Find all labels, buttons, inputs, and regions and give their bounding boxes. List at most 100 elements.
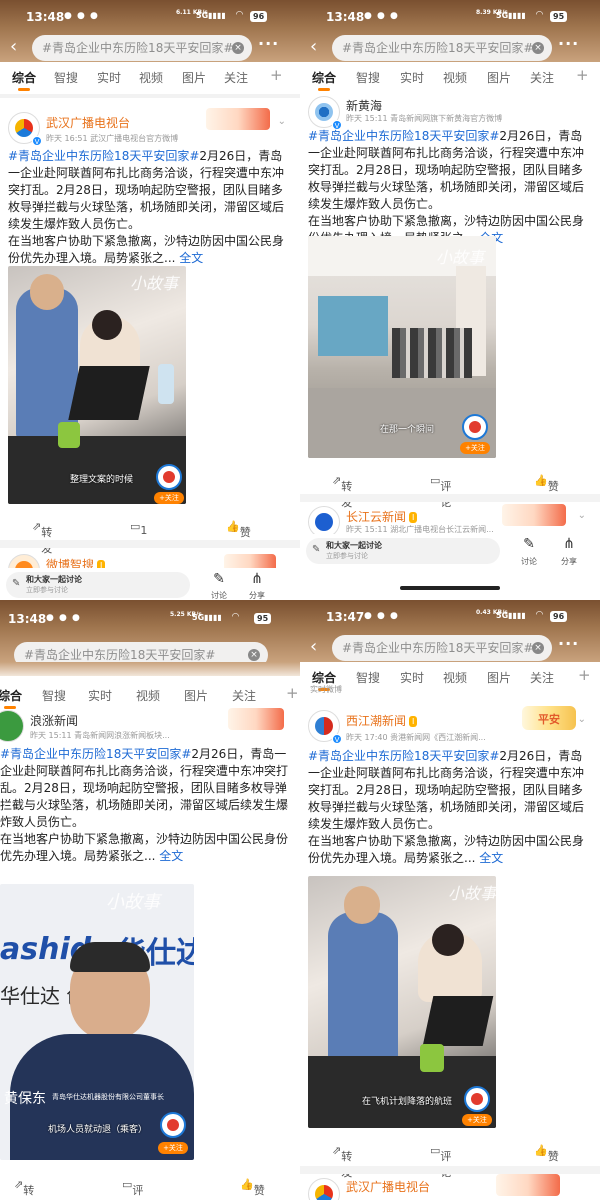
tab-all[interactable]: 综合 (12, 69, 36, 91)
discuss-input[interactable]: ✎ 和大家一起讨论 立即参与讨论 (306, 538, 500, 564)
avatar[interactable] (308, 1178, 340, 1200)
status-time: 13:48 (8, 612, 47, 626)
comment-button[interactable]: ▭ 评论 (122, 1178, 143, 1197)
tab-realtime[interactable]: 实时 (400, 69, 424, 86)
clear-icon[interactable]: × (248, 649, 260, 661)
add-tab-icon[interactable]: + (578, 666, 591, 684)
hashtag-link[interactable]: #青岛企业中东历险18天平安回家# (308, 129, 499, 143)
tab-video[interactable]: 视频 (443, 69, 467, 86)
comment-button[interactable]: ▭ 1 (130, 520, 147, 537)
follow-button[interactable]: +关注 (460, 442, 490, 454)
video-caption: 在那一个瞬间 (380, 425, 435, 435)
clear-icon[interactable]: × (532, 642, 544, 654)
discuss-input[interactable]: ✎ 和大家一起讨论 立即参与讨论 (6, 572, 190, 598)
clear-icon[interactable]: × (532, 42, 544, 54)
add-tab-icon[interactable]: + (270, 66, 283, 84)
tab-smart-search[interactable]: 智搜 (356, 669, 380, 686)
share-icon[interactable]: ⋔ (242, 571, 272, 587)
tab-bar: 综合 智搜 实时 视频 图片 关注 + (300, 66, 600, 91)
read-more-link[interactable]: 全文 (159, 849, 183, 863)
back-arrow-icon[interactable]: ‹ (310, 38, 317, 56)
video-thumbnail[interactable]: 小故事 在那一个瞬间 +关注 (308, 236, 496, 458)
back-arrow-icon[interactable]: ‹ (10, 38, 17, 56)
tab-all[interactable]: 综合 (0, 687, 22, 709)
author-name[interactable]: 西江潮新闻 I (346, 712, 418, 729)
search-input[interactable]: #青岛企业中东历险18天平安回家# × (332, 635, 552, 661)
section-label: 实时微博 (310, 685, 342, 694)
tab-images[interactable]: 图片 (487, 669, 511, 686)
back-arrow-icon[interactable]: ‹ (310, 638, 317, 656)
author-name[interactable]: 武汉广播电视台 (346, 1178, 430, 1195)
divider (0, 94, 300, 98)
repost-button[interactable]: ⇗ 转发 (332, 474, 352, 509)
tab-smart-search[interactable]: 智搜 (42, 687, 66, 704)
search-input[interactable]: #青岛企业中东历险18天平安回家# × (32, 35, 252, 61)
tab-smart-search[interactable]: 智搜 (356, 69, 380, 86)
tab-follow[interactable]: 关注 (530, 69, 554, 86)
like-button[interactable]: 👍 赞 (534, 474, 559, 493)
share-icon[interactable]: ⋔ (554, 536, 584, 552)
action-bar: ⇗ 转发 ▭ 1 👍 赞 (0, 516, 300, 555)
hashtag-link[interactable]: #青岛企业中东历险18天平安回家# (8, 149, 199, 163)
tab-realtime[interactable]: 实时 (400, 669, 424, 686)
more-icon[interactable]: ··· (558, 634, 579, 653)
laptop-shape (68, 366, 150, 420)
repost-button[interactable]: ⇗ 转发 (332, 1144, 352, 1179)
add-tab-icon[interactable]: + (576, 66, 589, 84)
video-thumbnail[interactable]: 小故事 整理文案的时候 +关注 (8, 266, 186, 504)
search-query: #青岛企业中东历险18天平安回家# (342, 41, 534, 55)
read-more-link[interactable]: 全文 (479, 851, 503, 865)
like-button[interactable]: 👍 赞 (240, 1178, 265, 1197)
tab-video[interactable]: 视频 (136, 687, 160, 704)
hashtag-link[interactable]: #青岛企业中东历险18天平安回家# (308, 749, 499, 763)
repost-button[interactable]: ⇗ 转发 (32, 520, 52, 555)
author-name[interactable]: 武汉广播电视台 (46, 114, 130, 131)
like-button[interactable]: 👍 赞 (534, 1144, 559, 1163)
video-caption: 机场人员就动退（乘客） (48, 1125, 148, 1135)
repost-button[interactable]: ⇗ 转发 (14, 1178, 34, 1197)
tab-smart-search[interactable]: 智搜 (54, 69, 78, 86)
comment-icon[interactable]: ✎ (204, 571, 234, 587)
author-name[interactable]: 浪涨新闻 (30, 712, 78, 729)
tab-follow[interactable]: 关注 (530, 669, 554, 686)
tab-realtime[interactable]: 实时 (88, 687, 112, 704)
read-more-link[interactable]: 全文 (179, 251, 203, 265)
comment-icon[interactable]: ✎ (514, 536, 544, 552)
watermark-brand: 小故事 (130, 274, 179, 293)
hashtag-link[interactable]: #青岛企业中东历险18天平安回家# (0, 747, 191, 761)
post-text: #青岛企业中东历险18天平安回家#2月26日，青岛一企业赴阿联酋阿布扎比商务洽谈… (0, 747, 289, 863)
tab-realtime[interactable]: 实时 (97, 69, 121, 86)
comment-button[interactable]: ▭ 评论 (430, 474, 451, 509)
person-shape (328, 912, 398, 1072)
video-thumbnail[interactable]: 小故事 在飞机计划降落的航班 +关注 (308, 876, 496, 1128)
more-icon[interactable]: ··· (558, 34, 579, 53)
tab-images[interactable]: 图片 (182, 69, 206, 86)
tab-follow[interactable]: 关注 (232, 687, 256, 704)
tab-images[interactable]: 图片 (487, 69, 511, 86)
more-icon[interactable]: ··· (258, 34, 279, 53)
tab-all[interactable]: 综合 (312, 69, 336, 91)
chevron-down-icon[interactable]: ⌄ (278, 116, 286, 127)
bottom-bar: ✎ 和大家一起讨论 立即参与讨论 ✎ 讨论 ⋔ 分享 (300, 534, 600, 576)
follow-button[interactable]: +关注 (154, 492, 184, 504)
author-name[interactable]: 长江云新闻 I (346, 508, 418, 525)
comment-button[interactable]: ▭ 评论 (430, 1144, 451, 1179)
tab-images[interactable]: 图片 (184, 687, 208, 704)
add-tab-icon[interactable]: + (286, 684, 299, 702)
like-button[interactable]: 👍 赞 (226, 520, 251, 539)
source-logo (160, 1112, 186, 1138)
tab-video[interactable]: 视频 (139, 69, 163, 86)
video-thumbnail[interactable]: ashid 华仕达 华仕达 创 小故事 黄保东 青岛华仕达机器股份有限公司董事长… (0, 884, 194, 1160)
tab-bar: 综合 智搜 实时 视频 图片 关注 + (0, 684, 300, 709)
chevron-down-icon[interactable]: ⌄ (578, 510, 586, 521)
follow-button[interactable]: +关注 (158, 1142, 188, 1154)
clear-icon[interactable]: × (232, 42, 244, 54)
search-input[interactable]: #青岛企业中东历险18天平安回家# × (332, 35, 552, 61)
author-name[interactable]: 新黄海 (346, 97, 382, 114)
chevron-down-icon[interactable]: ⌄ (578, 714, 586, 725)
avatar[interactable] (0, 710, 24, 742)
tab-video[interactable]: 视频 (443, 669, 467, 686)
follow-button[interactable]: +关注 (462, 1114, 492, 1126)
tab-follow[interactable]: 关注 (224, 69, 248, 86)
laptop-shape (422, 996, 494, 1046)
